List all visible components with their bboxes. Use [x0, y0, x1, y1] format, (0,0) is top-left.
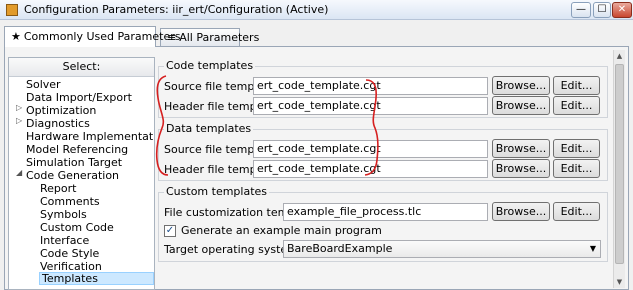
tree-item-comments[interactable]: Comments — [40, 195, 100, 208]
app-icon — [6, 4, 18, 16]
file-customization-template-field[interactable]: example_file_process.tlc — [283, 203, 488, 221]
code-header-template-field[interactable]: ert_code_template.cgt — [253, 97, 488, 115]
data-header-template-field[interactable]: ert_code_template.cgt — [253, 160, 488, 178]
title-bar: Configuration Parameters: iir_ert/Config… — [0, 0, 633, 20]
data-templates-title: Data templates — [164, 122, 254, 135]
code-source-edit-button[interactable]: Edit... — [553, 76, 600, 95]
tree-item-report[interactable]: Report — [40, 182, 76, 195]
target-os-label: Target operating system: — [164, 243, 302, 256]
scroll-thumb[interactable] — [615, 64, 624, 264]
tree-item-symbols[interactable]: Symbols — [40, 208, 87, 221]
expand-diagnostics-icon[interactable]: ▷ — [16, 116, 22, 125]
tree-item-optimization[interactable]: Optimization — [26, 104, 96, 117]
tree-item-data-import-export[interactable]: Data Import/Export — [26, 91, 132, 104]
tree-item-custom-code[interactable]: Custom Code — [40, 221, 114, 234]
tree-item-diagnostics[interactable]: Diagnostics — [26, 117, 90, 130]
code-templates-title: Code templates — [164, 59, 256, 72]
tree-header: Select: — [9, 58, 154, 77]
tree-item-simulation-target[interactable]: Simulation Target — [26, 156, 122, 169]
tab-commonly-used-parameters[interactable]: ★ Commonly Used Parameters — [4, 26, 180, 47]
tab-label: All Parameters — [179, 31, 260, 44]
scroll-down-icon[interactable]: ▼ — [614, 276, 625, 288]
close-button[interactable]: ✕ — [612, 2, 632, 18]
tree-item-hardware-implementation[interactable]: Hardware Implementation — [26, 130, 154, 143]
tree-item-code-generation[interactable]: Code Generation — [26, 169, 119, 182]
tree-item-interface[interactable]: Interface — [40, 234, 89, 247]
file-customization-edit-button[interactable]: Edit... — [553, 202, 600, 221]
generate-main-label: Generate an example main program — [181, 224, 382, 237]
dropdown-arrow-icon: ▼ — [589, 244, 596, 253]
target-os-value: BareBoardExample — [287, 242, 393, 255]
data-header-browse-button[interactable]: Browse... — [492, 159, 550, 178]
vertical-scrollbar[interactable]: ▲ ▼ — [613, 50, 625, 288]
tree-item-templates[interactable]: Templates — [39, 272, 154, 285]
tree-item-model-referencing[interactable]: Model Referencing — [26, 143, 128, 156]
generate-main-checkbox[interactable]: ✓ — [164, 225, 176, 237]
minimize-button[interactable]: — — [571, 2, 591, 18]
data-header-edit-button[interactable]: Edit... — [553, 159, 600, 178]
tree-item-solver[interactable]: Solver — [26, 78, 61, 91]
tab-label: Commonly Used Parameters — [23, 30, 181, 43]
data-source-browse-button[interactable]: Browse... — [492, 139, 550, 158]
data-source-edit-button[interactable]: Edit... — [553, 139, 600, 158]
scroll-up-icon[interactable]: ▲ — [614, 50, 625, 62]
expand-optimization-icon[interactable]: ▷ — [16, 103, 22, 112]
collapse-code-generation-icon[interactable]: ◢ — [16, 168, 22, 177]
data-source-template-field[interactable]: ert_code_template.cgt — [253, 140, 488, 158]
target-os-select[interactable]: BareBoardExample ▼ — [283, 240, 601, 258]
custom-templates-title: Custom templates — [164, 185, 270, 198]
code-source-browse-button[interactable]: Browse... — [492, 76, 550, 95]
code-header-browse-button[interactable]: Browse... — [492, 96, 550, 115]
category-tree: Select: ▷ ▷ ◢ Solver Data Import/Export … — [8, 57, 155, 290]
window-title: Configuration Parameters: iir_ert/Config… — [24, 3, 329, 16]
code-source-template-field[interactable]: ert_code_template.cgt — [253, 77, 488, 95]
code-header-edit-button[interactable]: Edit... — [553, 96, 600, 115]
tree-item-code-style[interactable]: Code Style — [40, 247, 99, 260]
file-customization-browse-button[interactable]: Browse... — [492, 202, 550, 221]
star-icon: ★ — [11, 30, 21, 43]
maximize-button[interactable]: ☐ — [593, 2, 611, 18]
